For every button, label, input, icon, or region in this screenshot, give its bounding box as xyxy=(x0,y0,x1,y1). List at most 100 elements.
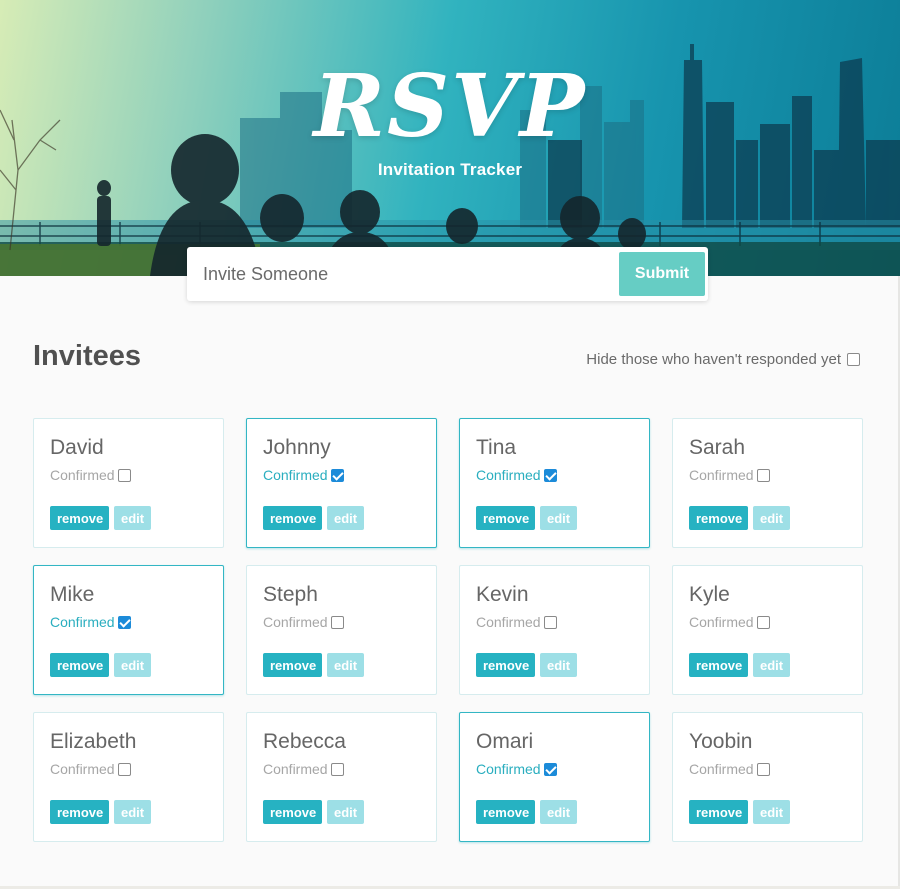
confirmed-label: Confirmed xyxy=(50,467,115,483)
card-actions: remove edit xyxy=(476,800,577,824)
remove-button[interactable]: remove xyxy=(263,800,322,824)
invitee-name: Omari xyxy=(476,730,534,753)
invite-input[interactable] xyxy=(187,247,619,301)
remove-button[interactable]: remove xyxy=(50,653,109,677)
confirmed-toggle[interactable]: Confirmed xyxy=(263,466,436,484)
card-actions: remove edit xyxy=(263,653,364,677)
confirmed-checkbox[interactable] xyxy=(117,615,131,629)
remove-button[interactable]: remove xyxy=(689,800,748,824)
app-title: RSVP xyxy=(313,56,587,157)
submit-button[interactable]: Submit xyxy=(619,252,705,296)
edit-button[interactable]: edit xyxy=(753,800,790,824)
card-actions: remove edit xyxy=(50,800,151,824)
invitee-card-elizabeth: Elizabeth Confirmed remove edit xyxy=(33,712,224,842)
confirmed-checkbox[interactable] xyxy=(756,468,770,482)
confirmed-checkbox[interactable] xyxy=(543,468,557,482)
invitee-card-yoobin: Yoobin Confirmed remove edit xyxy=(672,712,863,842)
hero-header: RSVP Invitation Tracker xyxy=(0,0,900,276)
confirmed-label: Confirmed xyxy=(263,467,328,483)
edit-button[interactable]: edit xyxy=(327,653,364,677)
invitees-heading: Invitees xyxy=(33,340,141,372)
card-actions: remove edit xyxy=(476,653,577,677)
confirmed-toggle[interactable]: Confirmed xyxy=(476,466,649,484)
edit-button[interactable]: edit xyxy=(753,506,790,530)
confirmed-toggle[interactable]: Confirmed xyxy=(689,760,862,778)
confirmed-checkbox[interactable] xyxy=(330,615,344,629)
app-subtitle: Invitation Tracker xyxy=(377,160,523,179)
confirmed-checkbox[interactable] xyxy=(543,762,557,776)
edit-button[interactable]: edit xyxy=(753,653,790,677)
confirmed-checkbox[interactable] xyxy=(117,468,131,482)
edit-button[interactable]: edit xyxy=(540,653,577,677)
confirmed-toggle[interactable]: Confirmed xyxy=(476,760,649,778)
confirmed-label: Confirmed xyxy=(263,614,328,630)
edit-button[interactable]: edit xyxy=(114,800,151,824)
confirmed-checkbox[interactable] xyxy=(330,468,344,482)
card-actions: remove edit xyxy=(476,506,577,530)
remove-button[interactable]: remove xyxy=(50,506,109,530)
card-actions: remove edit xyxy=(263,800,364,824)
invitee-name: Steph xyxy=(263,583,318,606)
confirmed-label: Confirmed xyxy=(50,761,115,777)
invitee-name: Sarah xyxy=(689,436,746,459)
confirmed-label: Confirmed xyxy=(476,614,541,630)
edit-button[interactable]: edit xyxy=(327,800,364,824)
remove-button[interactable]: remove xyxy=(689,506,748,530)
remove-button[interactable]: remove xyxy=(476,506,535,530)
invitee-card-kevin: Kevin Confirmed remove edit xyxy=(459,565,650,695)
edit-button[interactable]: edit xyxy=(114,506,151,530)
confirmed-checkbox[interactable] xyxy=(756,615,770,629)
confirmed-label: Confirmed xyxy=(263,761,328,777)
confirmed-toggle[interactable]: Confirmed xyxy=(263,760,436,778)
confirmed-label: Confirmed xyxy=(476,761,541,777)
invitee-card-steph: Steph Confirmed remove edit xyxy=(246,565,437,695)
confirmed-toggle[interactable]: Confirmed xyxy=(50,760,223,778)
card-actions: remove edit xyxy=(263,506,364,530)
invitee-name: Kevin xyxy=(476,583,529,606)
remove-button[interactable]: remove xyxy=(476,800,535,824)
invitee-card-mike: Mike Confirmed remove edit xyxy=(33,565,224,695)
invitee-card-omari: Omari Confirmed remove edit xyxy=(459,712,650,842)
confirmed-checkbox[interactable] xyxy=(117,762,131,776)
confirmed-label: Confirmed xyxy=(476,467,541,483)
remove-button[interactable]: remove xyxy=(263,653,322,677)
invitee-card-sarah: Sarah Confirmed remove edit xyxy=(672,418,863,548)
card-actions: remove edit xyxy=(689,800,790,824)
hide-unresponded-filter[interactable]: Hide those who haven't responded yet xyxy=(586,351,860,368)
confirmed-checkbox[interactable] xyxy=(756,762,770,776)
remove-button[interactable]: remove xyxy=(50,800,109,824)
edit-button[interactable]: edit xyxy=(327,506,364,530)
invitee-name: Johnny xyxy=(263,436,331,459)
confirmed-toggle[interactable]: Confirmed xyxy=(50,613,223,631)
edit-button[interactable]: edit xyxy=(540,506,577,530)
confirmed-label: Confirmed xyxy=(689,614,754,630)
confirmed-toggle[interactable]: Confirmed xyxy=(689,613,862,631)
invitee-card-david: David Confirmed remove edit xyxy=(33,418,224,548)
card-actions: remove edit xyxy=(689,653,790,677)
invitee-card-johnny: Johnny Confirmed remove edit xyxy=(246,418,437,548)
remove-button[interactable]: remove xyxy=(689,653,748,677)
confirmed-toggle[interactable]: Confirmed xyxy=(476,613,649,631)
confirmed-checkbox[interactable] xyxy=(330,762,344,776)
card-actions: remove edit xyxy=(689,506,790,530)
invite-form: Submit xyxy=(187,247,708,301)
invitee-card-tina: Tina Confirmed remove edit xyxy=(459,418,650,548)
hide-unresponded-checkbox[interactable] xyxy=(847,353,860,366)
confirmed-toggle[interactable]: Confirmed xyxy=(50,466,223,484)
confirmed-label: Confirmed xyxy=(50,614,115,630)
invitee-name: Elizabeth xyxy=(50,730,137,753)
edit-button[interactable]: edit xyxy=(540,800,577,824)
hide-unresponded-label: Hide those who haven't responded yet xyxy=(586,351,841,368)
confirmed-toggle[interactable]: Confirmed xyxy=(689,466,862,484)
confirmed-checkbox[interactable] xyxy=(543,615,557,629)
card-actions: remove edit xyxy=(50,506,151,530)
invitee-name: Kyle xyxy=(689,583,730,606)
remove-button[interactable]: remove xyxy=(476,653,535,677)
confirmed-label: Confirmed xyxy=(689,761,754,777)
invitee-name: Rebecca xyxy=(263,730,346,753)
confirmed-toggle[interactable]: Confirmed xyxy=(263,613,436,631)
remove-button[interactable]: remove xyxy=(263,506,322,530)
edit-button[interactable]: edit xyxy=(114,653,151,677)
invitee-name: Yoobin xyxy=(689,730,753,753)
confirmed-label: Confirmed xyxy=(689,467,754,483)
